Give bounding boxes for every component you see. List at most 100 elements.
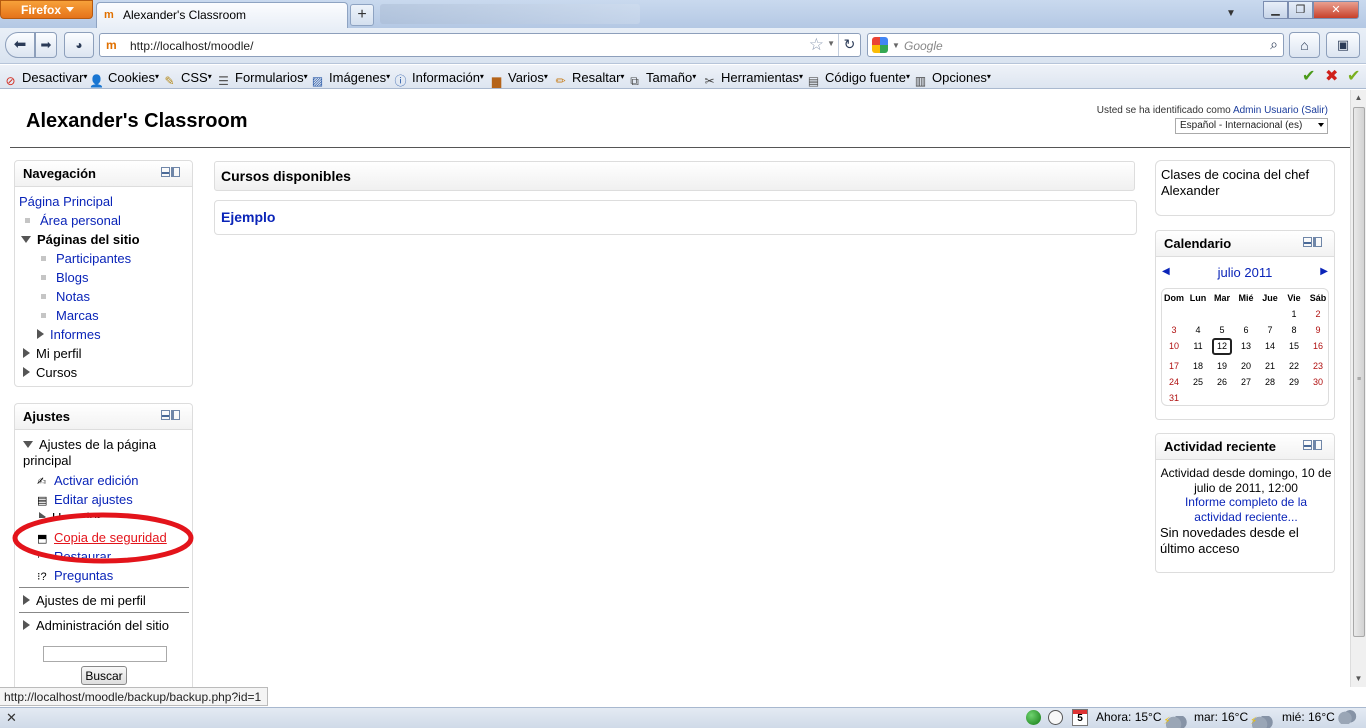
calendar-day[interactable]: 30 [1306,377,1330,387]
search-bar[interactable]: ▼ Google ⌕ [867,33,1284,57]
nav-link-blogs[interactable]: Blogs [56,270,89,285]
weather-now[interactable]: Ahora: 15°C ⚡ [1096,710,1188,728]
firefox-menu-button[interactable]: Firefox [0,0,93,19]
nav-link-notes[interactable]: Notas [56,289,90,304]
calendar-day[interactable]: 23 [1306,361,1330,371]
search-button[interactable]: Buscar [81,666,127,685]
calendar-day[interactable]: 18 [1186,361,1210,371]
calendar-day[interactable]: 22 [1282,361,1306,371]
close-icon[interactable]: ✕ [6,710,17,726]
valid-check-icon[interactable]: ✔ [1302,68,1315,86]
toolbar-menu-document[interactable]: ▤ Código fuente▾ [806,68,910,88]
settings-search-input[interactable] [43,646,167,662]
url-bar[interactable]: m http://localhost/moodle/ ☆ ▼ ↻ [99,33,861,57]
settings-node-my-profile[interactable]: Ajustes de mi perfil [23,593,146,608]
calendar-day[interactable]: 8 [1282,325,1306,335]
toolbar-menu-resize[interactable]: ⧉ Tamaño▾ [627,68,696,88]
vertical-scrollbar[interactable]: ▲ ≡ ▼ [1350,90,1366,687]
calendar-day[interactable]: 11 [1186,341,1210,351]
calendar-day[interactable]: 3 [1162,325,1186,335]
next-month-icon[interactable]: ▶ [1320,266,1328,277]
forward-button[interactable]: ➡ [35,32,57,58]
nav-node-reports[interactable]: Informes [37,327,101,342]
calendar-day[interactable]: 15 [1282,341,1306,351]
calendar-day[interactable]: 16 [1306,341,1330,351]
calendar-day[interactable]: 13 [1234,341,1258,351]
calendar-day[interactable]: 20 [1234,361,1258,371]
language-select[interactable]: Español - Internacional (es) [1175,118,1328,134]
calendar-day[interactable]: 7 [1258,325,1282,335]
calendar-day[interactable]: 17 [1162,361,1186,371]
valid-css-icon[interactable]: ✔ [1347,68,1360,86]
maximize-button[interactable]: ❐ [1288,1,1313,19]
weather-wednesday[interactable]: mié: 16°C [1282,710,1357,724]
course-box[interactable]: Ejemplo [214,200,1137,235]
block-controls-icon[interactable] [1302,237,1324,248]
calendar-day[interactable]: 14 [1258,341,1282,351]
settings-node-front-page[interactable]: Ajustes de la página principal [23,437,173,469]
search-input[interactable]: Google [904,39,943,53]
nav-node-my-profile[interactable]: Mi perfil [23,346,82,361]
toolbar-menu-disable[interactable]: ⊘ Desactivar▾ [3,68,87,88]
nav-link-reports[interactable]: Informes [50,327,101,342]
toolbar-menu-highlighter[interactable]: ✏ Resaltar▾ [553,68,624,88]
questions-link[interactable]: Preguntas [54,568,113,583]
google-icon[interactable] [872,37,888,53]
calendar-day[interactable]: 9 [1306,325,1330,335]
calendar-day[interactable]: 31 [1162,393,1186,403]
weather-tuesday[interactable]: mar: 16°C ⚡ [1194,710,1275,728]
chevron-down-icon[interactable]: ▼ [827,39,835,48]
calendar-month-link[interactable]: julio 2011 [1156,265,1334,280]
scroll-down-icon[interactable]: ▼ [1351,671,1366,687]
nav-node-site-pages[interactable]: Páginas del sitio [21,232,140,247]
chevron-down-icon[interactable]: ▼ [892,41,900,50]
block-controls-icon[interactable] [160,410,182,421]
nav-link-home[interactable]: Página Principal [19,194,113,209]
url-text[interactable]: http://localhost/moodle/ [130,39,253,53]
settings-node-site-admin[interactable]: Administración del sitio [23,618,169,633]
calendar-day[interactable]: 21 [1258,361,1282,371]
user-profile-link[interactable]: Admin Usuario [1233,105,1299,116]
toolbar-menu-options[interactable]: ▥ Opciones▾ [913,68,991,88]
calendar-day[interactable]: 19 [1210,361,1234,371]
toolbar-menu-tools[interactable]: ✂ Herramientas▾ [702,68,803,88]
new-tab-button[interactable]: + [350,4,374,26]
history-icon[interactable]: ◕ [64,32,94,58]
block-controls-icon[interactable] [1302,440,1324,451]
toolbar-menu-info[interactable]: ⓘ Información▾ [393,68,483,88]
browser-tab-active[interactable]: m Alexander's Classroom [96,2,348,28]
minimize-button[interactable]: ▁ [1263,1,1288,19]
turn-editing-on-link[interactable]: Activar edición [54,473,139,488]
calendar-day[interactable]: 28 [1258,377,1282,387]
bookmark-star-icon[interactable]: ☆ [809,35,824,55]
calendar-day-icon[interactable]: 5 [1072,709,1088,726]
globe-status-icon[interactable] [1026,710,1044,725]
calendar-day[interactable]: 26 [1210,377,1234,387]
toolbar-menu-person[interactable]: 👤 Cookies▾ [89,68,159,88]
nav-link-tags[interactable]: Marcas [56,308,99,323]
calendar-day[interactable]: 29 [1282,377,1306,387]
addon-bar-button[interactable]: ▣ [1326,32,1360,58]
search-icon[interactable]: ⌕ [1270,36,1278,53]
logout-link[interactable]: (Salir) [1301,105,1328,116]
nav-link-my-home[interactable]: Área personal [40,213,121,228]
nav-link-participants[interactable]: Participantes [56,251,131,266]
calendar-day[interactable]: 4 [1186,325,1210,335]
scrollbar-thumb[interactable]: ≡ [1353,107,1365,637]
toolbar-menu-form[interactable]: ☰ Formularios▾ [216,68,308,88]
error-icon[interactable]: ✖ [1325,68,1338,86]
nav-node-courses[interactable]: Cursos [23,365,77,380]
calendar-day[interactable]: 10 [1162,341,1186,351]
clock-icon[interactable] [1048,710,1066,725]
edit-settings-link[interactable]: Editar ajustes [54,492,133,507]
reload-icon[interactable]: ↻ [838,34,860,56]
calendar-day[interactable]: 27 [1234,377,1258,387]
tab-list-icon[interactable]: ▼ [1226,8,1236,19]
calendar-day[interactable]: 25 [1186,377,1210,387]
calendar-day[interactable]: 5 [1210,325,1234,335]
calendar-day[interactable]: 24 [1162,377,1186,387]
course-link[interactable]: Ejemplo [221,209,275,225]
scroll-up-icon[interactable]: ▲ [1351,90,1366,106]
calendar-day[interactable]: 2 [1306,309,1330,319]
calendar-day[interactable]: 1 [1282,309,1306,319]
